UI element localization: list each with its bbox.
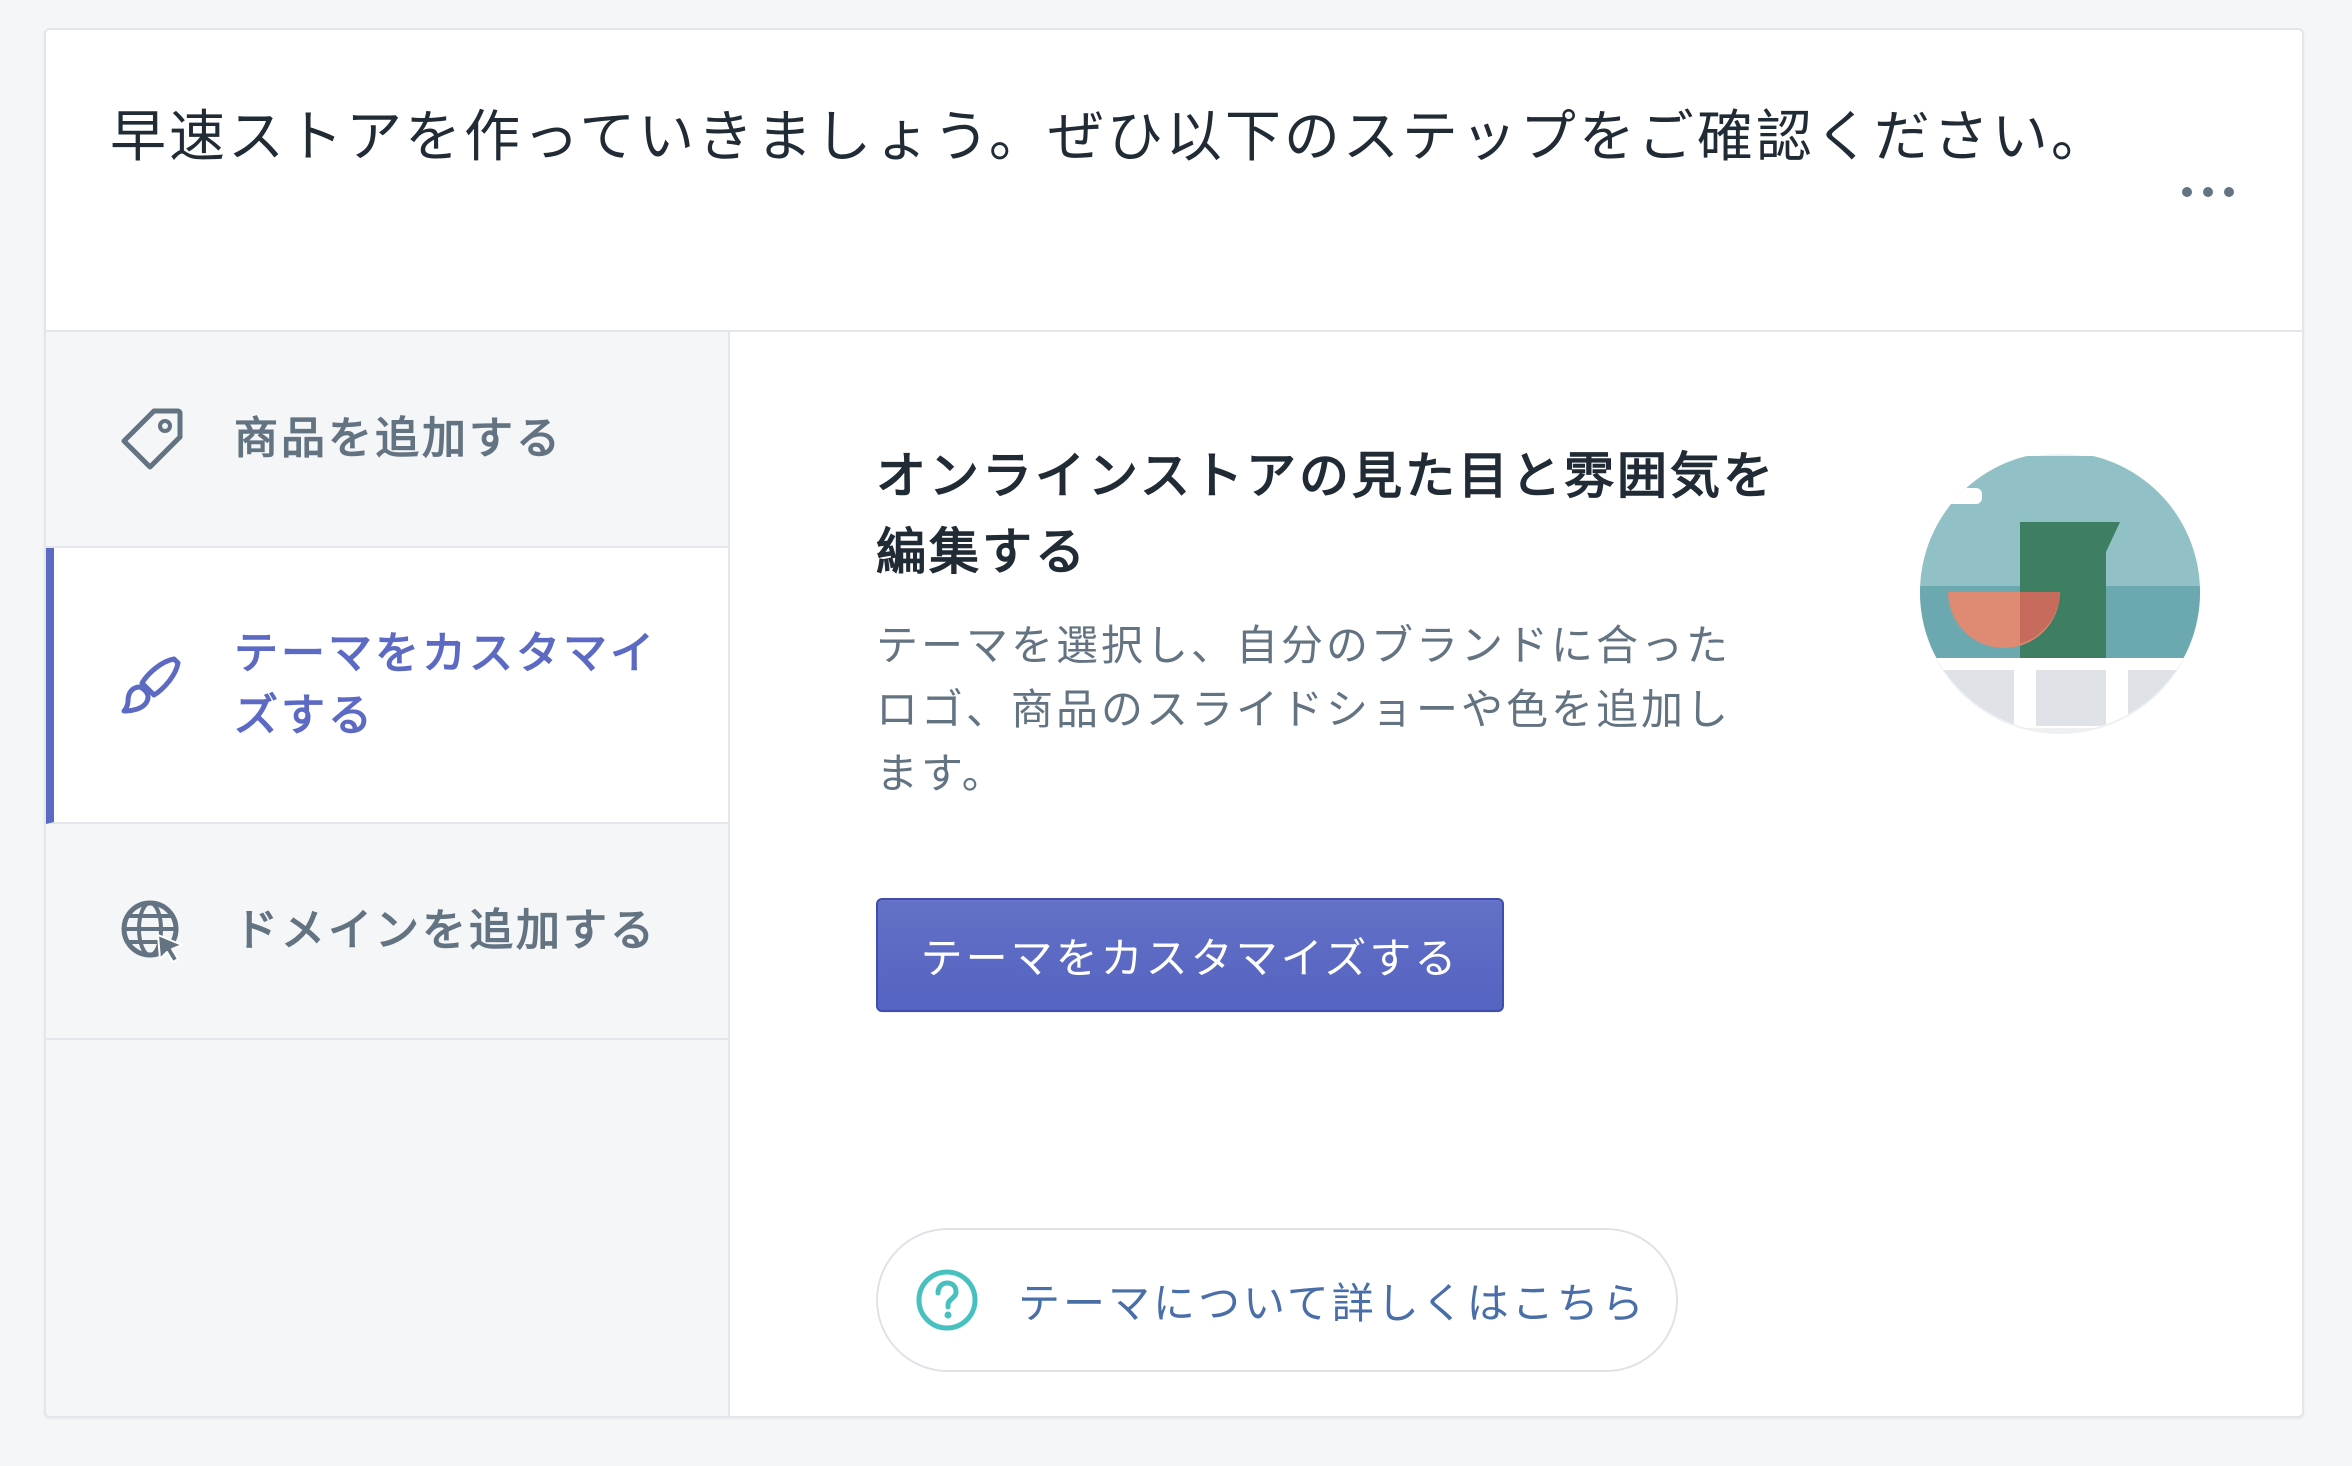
step-add-domain[interactable]: ドメインを追加する xyxy=(46,824,728,1040)
step-add-products[interactable]: 商品を追加する xyxy=(46,332,728,548)
step-heading: オンラインストアの見た目と雰囲気を編集する xyxy=(876,447,1776,581)
globe-cursor-icon xyxy=(118,897,186,965)
step-label: 商品を追加する xyxy=(234,413,563,464)
step-label: ドメインを追加する xyxy=(234,905,657,956)
help-link-label: テーマについて詳しくはこちら xyxy=(1018,1278,1647,1328)
theme-preview-illustration xyxy=(1910,452,2210,752)
step-customize-theme[interactable]: テーマをカスタマイズする xyxy=(46,548,728,824)
tag-icon xyxy=(118,405,186,473)
more-options-button[interactable] xyxy=(2172,172,2244,212)
step-description: テーマを選択し、自分のブランドに合ったロゴ、商品のスライドショーや色を追加します… xyxy=(876,621,1732,798)
learn-more-themes-link[interactable]: テーマについて詳しくはこちら xyxy=(876,1228,1678,1372)
step-content-panel: オンラインストアの見た目と雰囲気を編集する テーマを選択し、自分のブランドに合っ… xyxy=(730,332,2302,1416)
paintbrush-icon xyxy=(118,651,186,719)
setup-guide-card: 早速ストアを作っていきましょう。ぜひ以下のステップをご確認ください。 商品を追加… xyxy=(44,28,2304,1418)
card-header: 早速ストアを作っていきましょう。ぜひ以下のステップをご確認ください。 xyxy=(46,30,2302,332)
more-horizontal-icon xyxy=(2182,187,2192,197)
setup-guide-title: 早速ストアを作っていきましょう。ぜひ以下のステップをご確認ください。 xyxy=(110,105,2110,170)
question-circle-icon xyxy=(914,1267,980,1333)
step-label: テーマをカスタマイズする xyxy=(234,628,657,741)
customize-theme-button[interactable]: テーマをカスタマイズする xyxy=(876,898,1504,1012)
steps-sidebar: 商品を追加する テーマをカスタマイズする ドメインを追加する xyxy=(46,332,730,1416)
